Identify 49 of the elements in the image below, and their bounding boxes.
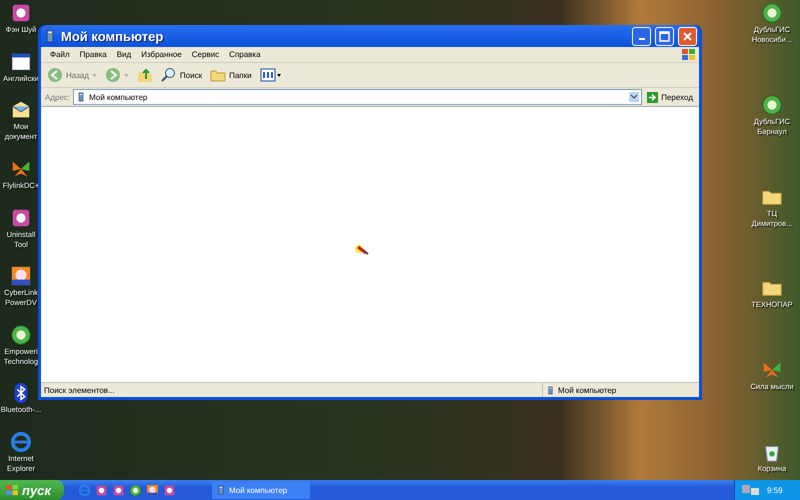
folders-button[interactable]: Папки — [208, 67, 254, 83]
ie-icon — [10, 431, 32, 453]
globe-icon — [760, 94, 783, 116]
go-arrow-icon — [647, 92, 658, 102]
menu-item[interactable]: Вид — [112, 50, 136, 59]
app-icon — [112, 484, 125, 496]
folder-up-icon — [136, 67, 153, 83]
views-icon — [260, 67, 282, 83]
computer-icon — [216, 485, 226, 495]
go-button[interactable]: Переход — [645, 92, 695, 102]
menu-item[interactable]: Файл — [45, 50, 75, 59]
windows-logo-icon — [682, 48, 695, 60]
globe-icon — [129, 484, 142, 496]
windows-logo-icon — [6, 484, 18, 496]
ie-icon — [78, 484, 91, 496]
menu-item[interactable]: Сервис — [186, 50, 224, 59]
dropdown-caret-icon — [124, 74, 129, 76]
menu-item[interactable]: Справка — [224, 50, 266, 59]
close-icon — [682, 30, 693, 42]
clock: 9:59 — [767, 486, 783, 494]
maximize-icon — [659, 30, 670, 42]
window-title: Мой компьютер — [61, 28, 164, 44]
close-button[interactable] — [678, 26, 697, 46]
search-button[interactable]: Поиск — [158, 67, 204, 83]
minimize-button[interactable] — [632, 26, 651, 46]
menu-item[interactable]: Избранное — [136, 50, 187, 59]
search-icon — [160, 67, 177, 83]
minimize-icon — [638, 38, 644, 40]
status-text: Поиск элементов... — [43, 384, 116, 396]
dvd-icon — [146, 484, 159, 496]
maximize-button[interactable] — [655, 26, 674, 46]
busy-pointer-icon — [354, 244, 370, 256]
app-icon — [95, 484, 108, 496]
computer-icon — [76, 92, 86, 102]
globe-icon — [761, 2, 783, 24]
network-icon — [741, 484, 761, 496]
app-icon — [163, 484, 176, 496]
window-icon — [10, 50, 32, 73]
dvd-icon — [10, 265, 32, 288]
dropdown-caret-icon — [92, 74, 97, 76]
address-field[interactable]: Мой компьютер — [73, 89, 642, 105]
status-location: Мой компьютер — [542, 383, 699, 397]
taskbar-button[interactable]: Мой компьютер — [212, 482, 310, 498]
globe-icon — [10, 324, 32, 346]
menu-item[interactable]: Правка — [74, 50, 112, 59]
address-label: Адрес: — [45, 92, 70, 102]
dropdown-arrow-icon — [629, 92, 640, 102]
computer-icon — [546, 386, 555, 394]
views-button[interactable] — [258, 67, 284, 83]
